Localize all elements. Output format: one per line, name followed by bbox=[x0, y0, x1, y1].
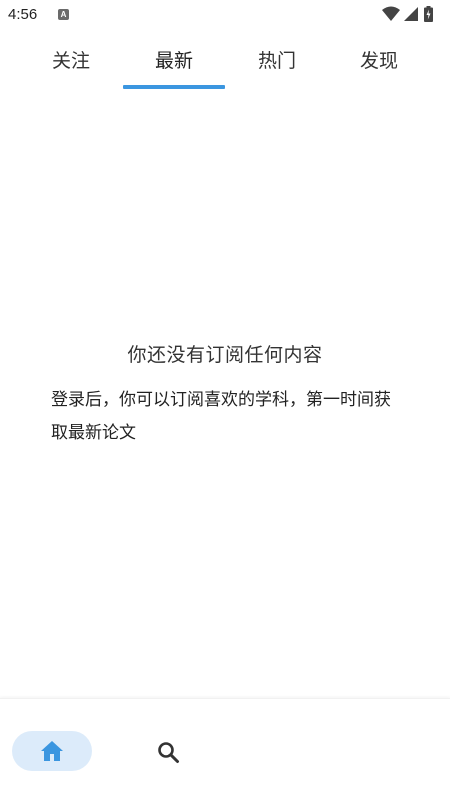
battery-icon bbox=[424, 6, 433, 22]
tab-discover[interactable]: 发现 bbox=[328, 40, 430, 88]
top-tab-bar: 关注 最新 热门 发现 bbox=[0, 40, 450, 92]
search-icon bbox=[158, 742, 179, 763]
bottom-navigation bbox=[0, 698, 450, 801]
app-notification-icon: A bbox=[58, 9, 69, 20]
tab-following[interactable]: 关注 bbox=[20, 40, 122, 88]
home-icon bbox=[41, 741, 63, 761]
wifi-icon bbox=[382, 6, 400, 21]
active-tab-indicator bbox=[123, 85, 225, 89]
signal-icon bbox=[404, 7, 418, 21]
tab-popular[interactable]: 热门 bbox=[226, 40, 328, 88]
nav-home-button[interactable] bbox=[12, 731, 92, 771]
empty-state-description: 登录后，你可以订阅喜欢的学科，第一时间获取最新论文 bbox=[51, 390, 391, 443]
status-bar: 4:56 A bbox=[0, 0, 450, 30]
tab-latest[interactable]: 最新 bbox=[123, 40, 225, 88]
status-time: 4:56 bbox=[8, 6, 38, 23]
status-icons bbox=[382, 6, 442, 24]
nav-search-button[interactable] bbox=[128, 731, 208, 771]
empty-state-title: 你还没有订阅任何内容 bbox=[127, 344, 323, 366]
empty-state: 你还没有订阅任何内容 登录后，你可以订阅喜欢的学科，第一时间获取最新论文 bbox=[0, 340, 450, 443]
